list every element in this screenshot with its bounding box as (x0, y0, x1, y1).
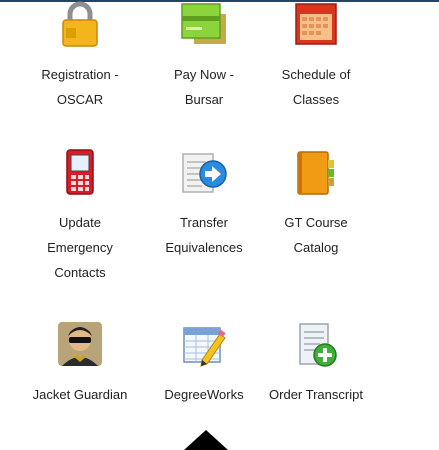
calendar-icon (295, 3, 337, 45)
catalog-book-icon (297, 151, 334, 195)
tile-label: GT Course Catalog (284, 215, 348, 255)
tile-label: Transfer Equivalences (165, 215, 243, 255)
tile-schedule-of-classes[interactable]: Schedule of Classes (263, 0, 369, 112)
credit-card-icon (181, 3, 226, 44)
tile-gt-course-catalog[interactable]: GT Course Catalog (263, 148, 369, 260)
tile-label: Order Transcript (269, 387, 363, 402)
selection-pointer (184, 430, 228, 450)
transcript-add-icon (299, 323, 337, 367)
tile-jacket-guardian[interactable]: Jacket Guardian (27, 320, 133, 407)
tile-label: Schedule of Classes (281, 67, 351, 107)
tile-update-emergency-contacts[interactable]: Update Emergency Contacts (27, 148, 133, 285)
tile-degreeworks[interactable]: DegreeWorks (151, 320, 257, 407)
tile-order-transcript[interactable]: Order Transcript (263, 320, 369, 407)
tile-pay-now-bursar[interactable]: Pay Now - Bursar (151, 0, 257, 112)
transfer-document-icon (182, 153, 227, 193)
guardian-avatar-icon (58, 322, 102, 366)
mobile-phone-icon (66, 149, 94, 195)
tile-label: Registration - OSCAR (41, 67, 119, 107)
tile-label: Jacket Guardian (32, 387, 128, 402)
tile-label: DegreeWorks (164, 387, 244, 402)
tile-transfer-equivalences[interactable]: Transfer Equivalences (151, 148, 257, 260)
lock-icon (62, 1, 98, 47)
tile-registration-oscar[interactable]: Registration - OSCAR (27, 0, 133, 112)
tile-label: Update Emergency Contacts (47, 215, 113, 280)
tile-label: Pay Now - Bursar (174, 67, 234, 107)
spreadsheet-pencil-icon (183, 327, 226, 367)
